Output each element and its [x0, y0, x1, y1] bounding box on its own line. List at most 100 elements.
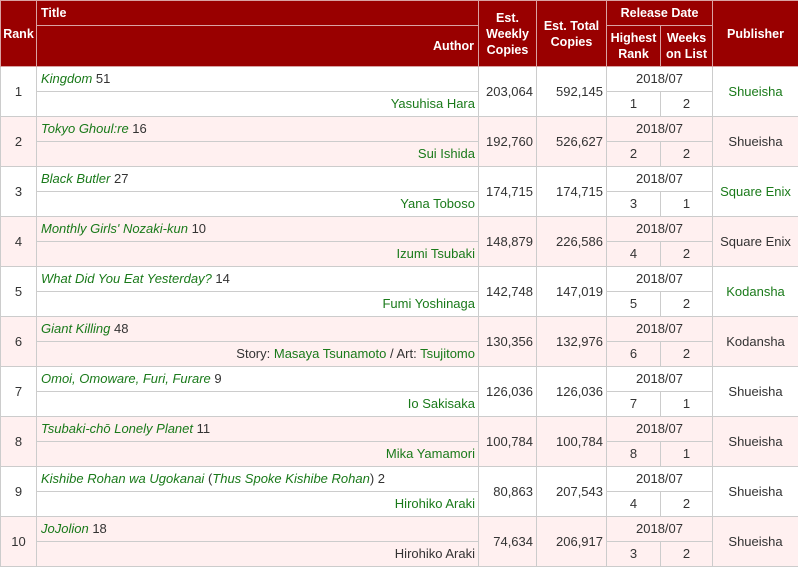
highest-rank-cell: 1: [606, 91, 661, 117]
publisher-name[interactable]: Kodansha: [726, 284, 785, 299]
release-date-cell: 2018/07: [605, 366, 714, 392]
release-date-header[interactable]: Release Date: [605, 0, 714, 26]
volume-number: 11: [193, 421, 211, 436]
total-copies-cell: 174,715: [536, 166, 607, 217]
artist-link[interactable]: Tsujitomo: [420, 346, 475, 361]
manga-title-link[interactable]: Tokyo Ghoul:re: [41, 121, 129, 136]
title-header[interactable]: Title: [36, 0, 479, 26]
title-cell: Tsubaki-chō Lonely Planet 11: [36, 416, 479, 442]
rank-cell: 5: [0, 266, 37, 317]
author-story-prefix: Story:: [236, 346, 274, 361]
publisher-name[interactable]: Square Enix: [720, 184, 791, 199]
rank-header[interactable]: Rank: [0, 0, 37, 67]
title-cell: Monthly Girls' Nozaki-kun 10: [36, 216, 479, 242]
author-header[interactable]: Author: [36, 25, 479, 67]
weekly-copies-cell: 203,064: [478, 66, 537, 117]
manga-title-link[interactable]: Monthly Girls' Nozaki-kun: [41, 221, 188, 236]
total-copies-cell: 132,976: [536, 316, 607, 367]
rank-cell: 1: [0, 66, 37, 117]
author-link[interactable]: Hirohiko Araki: [395, 496, 475, 511]
publisher-name: Shueisha: [728, 433, 783, 449]
weeks-on-list-cell: 2: [659, 91, 714, 117]
publisher-name[interactable]: Shueisha: [728, 84, 782, 99]
manga-title-link[interactable]: Black Butler: [41, 171, 110, 186]
table-row: 6 Giant Killing 48 130,356 132,976 2018/07 Ko…: [0, 316, 798, 367]
manga-alt-title-link[interactable]: Thus Spoke Kishibe Rohan: [212, 471, 370, 486]
author-cell: Izumi Tsubaki: [36, 241, 479, 267]
manga-title-link[interactable]: Tsubaki-chō Lonely Planet: [41, 421, 193, 436]
weekly-copies-cell: 80,863: [478, 466, 537, 517]
manga-ranking-table: Rank Title Est. Weekly Copies Est. Total…: [0, 0, 798, 567]
publisher-cell: Square Enix: [712, 166, 798, 217]
title-cell: Giant Killing 48: [36, 316, 479, 342]
author-cell: Hirohiko Araki: [36, 541, 479, 567]
release-date-cell: 2018/07: [605, 166, 714, 192]
author-link[interactable]: Sui Ishida: [418, 146, 475, 161]
total-copies-cell: 526,627: [536, 116, 607, 167]
release-date-cell: 2018/07: [605, 466, 714, 492]
weekly-copies-cell: 126,036: [478, 366, 537, 417]
manga-title-link[interactable]: Kingdom: [41, 71, 92, 86]
rank-cell: 3: [0, 166, 37, 217]
author-link[interactable]: Yasuhisa Hara: [391, 96, 475, 111]
title-cell: Tokyo Ghoul:re 16: [36, 116, 479, 142]
author-link[interactable]: Izumi Tsubaki: [396, 246, 475, 261]
table-body: 1 Kingdom 51 203,064 592,145 2018/07 Shueisha…: [0, 66, 798, 567]
publisher-cell: Square Enix: [712, 216, 798, 267]
weeks-on-list-cell: 2: [659, 341, 714, 367]
release-date-cell: 2018/07: [605, 216, 714, 242]
table-row: 3 Black Butler 27 174,715 174,715 2018/07 Squ…: [0, 166, 798, 217]
table-row: 1 Kingdom 51 203,064 592,145 2018/07 Shueisha: [0, 66, 798, 117]
title-cell: Kingdom 51: [36, 66, 479, 92]
weekly-copies-cell: 130,356: [478, 316, 537, 367]
publisher-cell: Shueisha: [712, 466, 798, 517]
total-copies-header[interactable]: Est. Total Copies: [536, 0, 607, 67]
manga-title-link[interactable]: What Did You Eat Yesterday?: [41, 271, 212, 286]
title-cell: Kishibe Rohan wa Ugokanai (Thus Spoke Ki…: [36, 466, 479, 492]
author-name: Hirohiko Araki: [394, 546, 475, 561]
publisher-cell: Shueisha: [712, 116, 798, 167]
author-link[interactable]: Io Sakisaka: [408, 396, 475, 411]
rank-cell: 4: [0, 216, 37, 267]
highest-rank-cell: 4: [606, 241, 661, 267]
publisher-cell: Kodansha: [712, 316, 798, 367]
release-date-cell: 2018/07: [605, 516, 714, 542]
author-link[interactable]: Yana Toboso: [400, 196, 475, 211]
publisher-cell: Shueisha: [712, 66, 798, 117]
highest-rank-cell: 3: [606, 191, 661, 217]
author-link[interactable]: Masaya Tsunamoto: [274, 346, 387, 361]
manga-title-link[interactable]: Omoi, Omoware, Furi, Furare: [41, 371, 211, 386]
volume-number: 9: [210, 371, 222, 386]
table-row-sub: Hirohiko Araki 3 2: [1, 541, 798, 567]
title-cell: Omoi, Omoware, Furi, Furare 9: [36, 366, 479, 392]
highest-rank-header[interactable]: Highest Rank: [606, 25, 661, 67]
table-row-sub: Sui Ishida 2 2: [1, 141, 798, 167]
manga-title-link[interactable]: Kishibe Rohan wa Ugokanai: [41, 471, 204, 486]
table-row: 4 Monthly Girls' Nozaki-kun 10 148,879 226,…: [0, 216, 798, 267]
publisher-name: Shueisha: [728, 483, 783, 499]
publisher-name: Shueisha: [728, 383, 783, 399]
author-link[interactable]: Mika Yamamori: [386, 446, 475, 461]
weeks-on-list-header[interactable]: Weeks on List: [659, 25, 714, 67]
author-link[interactable]: Fumi Yoshinaga: [382, 296, 475, 311]
manga-title-link[interactable]: JoJolion: [41, 521, 89, 536]
rank-cell: 6: [0, 316, 37, 367]
total-copies-cell: 207,543: [536, 466, 607, 517]
rank-cell: 10: [0, 516, 37, 567]
weekly-copies-cell: 192,760: [478, 116, 537, 167]
weeks-on-list-cell: 2: [659, 541, 714, 567]
manga-title-link[interactable]: Giant Killing: [41, 321, 110, 336]
release-date-cell: 2018/07: [605, 116, 714, 142]
author-cell: Yasuhisa Hara: [36, 91, 479, 117]
weeks-on-list-cell: 2: [659, 291, 714, 317]
release-date-cell: 2018/07: [605, 416, 714, 442]
weekly-copies-header[interactable]: Est. Weekly Copies: [478, 0, 537, 67]
author-cell: Io Sakisaka: [36, 391, 479, 417]
table-row: 9 Kishibe Rohan wa Ugokanai (Thus Spoke K…: [0, 466, 798, 517]
weekly-copies-cell: 74,634: [478, 516, 537, 567]
rank-cell: 8: [0, 416, 37, 467]
rank-cell: 2: [0, 116, 37, 167]
title-cell: JoJolion 18: [36, 516, 479, 542]
author-cell: Fumi Yoshinaga: [36, 291, 479, 317]
publisher-header[interactable]: Publisher: [712, 0, 798, 67]
